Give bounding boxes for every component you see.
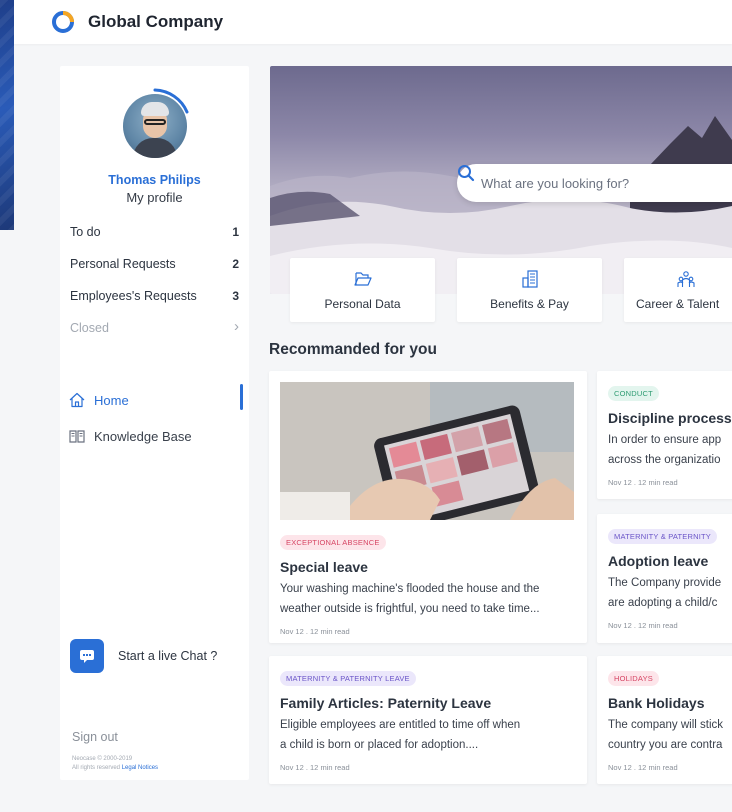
article-card-special-leave[interactable]: EXCEPTIONAL ABSENCE Special leave Your w… bbox=[269, 371, 587, 643]
article-description-line: Your washing machine's flooded the house… bbox=[280, 583, 540, 595]
article-description-line: country you are contra bbox=[608, 739, 723, 751]
article-meta: Nov 12 . 12 min read bbox=[608, 478, 678, 487]
avatar bbox=[123, 94, 187, 158]
nav-item-home[interactable]: Home bbox=[68, 382, 249, 418]
book-icon bbox=[68, 427, 86, 445]
article-description-line: are adopting a child/c bbox=[608, 597, 718, 609]
request-label: Personal Requests bbox=[70, 257, 176, 271]
article-meta: Nov 12 . 12 min read bbox=[280, 627, 350, 636]
main-nav: Home Knowledge Base bbox=[68, 382, 249, 454]
sidebar: Thomas Philips My profile To do 1 Person… bbox=[60, 66, 249, 780]
profile-avatar[interactable] bbox=[115, 86, 195, 166]
home-icon bbox=[68, 391, 86, 409]
quick-link-label: Personal Data bbox=[324, 297, 401, 311]
request-label: Employees's Requests bbox=[70, 289, 197, 303]
quick-link-label: Career & Talent bbox=[636, 297, 720, 311]
nav-item-knowledge-base[interactable]: Knowledge Base bbox=[68, 418, 249, 454]
chevron-right-icon: › bbox=[234, 318, 239, 335]
article-title: Discipline process bbox=[608, 410, 732, 426]
article-description-line: across the organizatio bbox=[608, 454, 721, 466]
quick-link-label: Benefits & Pay bbox=[490, 297, 569, 311]
article-description: The Company provide are adopting a child… bbox=[608, 573, 732, 613]
quick-link-benefits-pay[interactable]: Benefits & Pay bbox=[457, 258, 602, 322]
article-card-discipline-process[interactable]: CONDUCT Discipline process In order to e… bbox=[597, 371, 732, 499]
building-icon bbox=[521, 270, 538, 288]
category-tag: MATERNITY & PATERNITY LEAVE bbox=[280, 671, 416, 686]
nav-label: Home bbox=[94, 392, 129, 408]
request-label: Closed bbox=[70, 321, 109, 335]
article-card-paternity-leave[interactable]: MATERNITY & PATERNITY LEAVE Family Artic… bbox=[269, 656, 587, 784]
people-icon bbox=[677, 271, 695, 287]
article-meta: Nov 12 . 12 min read bbox=[608, 763, 678, 772]
chat-label[interactable]: Start a live Chat ? bbox=[118, 649, 217, 663]
article-description-line: a child is born or placed for adoption..… bbox=[280, 739, 479, 751]
article-title: Bank Holidays bbox=[608, 695, 705, 711]
article-title: Adoption leave bbox=[608, 553, 709, 569]
article-description: Your washing machine's flooded the house… bbox=[280, 579, 587, 619]
request-count: 2 bbox=[232, 257, 239, 271]
request-count: 3 bbox=[232, 289, 239, 303]
category-tag: HOLIDAYS bbox=[608, 671, 659, 686]
recommended-title: Recommanded for you bbox=[269, 341, 437, 358]
category-tag: EXCEPTIONAL ABSENCE bbox=[280, 535, 386, 550]
folder-icon bbox=[353, 272, 372, 286]
search-input[interactable] bbox=[481, 175, 701, 191]
search-icon[interactable] bbox=[457, 164, 475, 182]
app-frame: Global Company Thomas Philips My profile… bbox=[14, 0, 732, 812]
article-meta: Nov 12 . 12 min read bbox=[280, 763, 350, 772]
live-chat[interactable]: Start a live Chat ? bbox=[70, 639, 217, 673]
request-list: To do 1 Personal Requests 2 Employees's … bbox=[70, 225, 239, 353]
profile-name: Thomas Philips bbox=[108, 173, 201, 187]
rights-text: All rights reserved bbox=[72, 765, 121, 771]
request-label: To do bbox=[70, 225, 101, 239]
request-item-employees[interactable]: Employees's Requests 3 bbox=[70, 289, 239, 321]
article-description-line: The Company provide bbox=[608, 577, 722, 589]
rights-line: All rights reserved Legal Notices bbox=[72, 765, 158, 771]
article-description: In order to ensure app across the organi… bbox=[608, 430, 732, 470]
company-name: Global Company bbox=[88, 12, 224, 31]
category-tag: MATERNITY & PATERNITY bbox=[608, 529, 717, 544]
article-card-adoption-leave[interactable]: MATERNITY & PATERNITY Adoption leave The… bbox=[597, 514, 732, 643]
search-bar[interactable] bbox=[457, 164, 732, 202]
quick-link-personal-data[interactable]: Personal Data bbox=[290, 258, 435, 322]
article-description: The company will stick country you are c… bbox=[608, 715, 732, 755]
article-title: Family Articles: Paternity Leave bbox=[280, 695, 492, 711]
article-title: Special leave bbox=[280, 559, 368, 575]
article-description: Eligible employees are entitled to time … bbox=[280, 715, 587, 755]
sign-out-link[interactable]: Sign out bbox=[72, 730, 118, 744]
company-logo-icon[interactable] bbox=[52, 11, 74, 33]
request-item-closed[interactable]: Closed › bbox=[70, 318, 239, 353]
request-item-personal[interactable]: Personal Requests 2 bbox=[70, 257, 239, 289]
nav-label: Knowledge Base bbox=[94, 428, 192, 444]
tablet-photo-image bbox=[280, 382, 574, 520]
legal-notices-link[interactable]: Legal Notices bbox=[122, 765, 158, 771]
category-tag: CONDUCT bbox=[608, 386, 659, 401]
quick-link-career-talent[interactable]: Career & Talent bbox=[624, 258, 732, 322]
request-count: 1 bbox=[232, 225, 239, 239]
my-profile-link[interactable]: My profile bbox=[60, 190, 249, 205]
article-description-line: Eligible employees are entitled to time … bbox=[280, 719, 521, 731]
chat-icon[interactable] bbox=[70, 639, 104, 673]
request-item-todo[interactable]: To do 1 bbox=[70, 225, 239, 257]
article-meta: Nov 12 . 12 min read bbox=[608, 621, 678, 630]
article-card-bank-holidays[interactable]: HOLIDAYS Bank Holidays The company will … bbox=[597, 656, 732, 784]
top-bar: Global Company bbox=[14, 0, 732, 44]
article-description-line: The company will stick bbox=[608, 719, 724, 731]
article-description-line: weather outside is frightful, you need t… bbox=[280, 603, 540, 615]
copyright: Neocase © 2000-2019 bbox=[72, 756, 133, 762]
article-description-line: In order to ensure app bbox=[608, 434, 722, 446]
